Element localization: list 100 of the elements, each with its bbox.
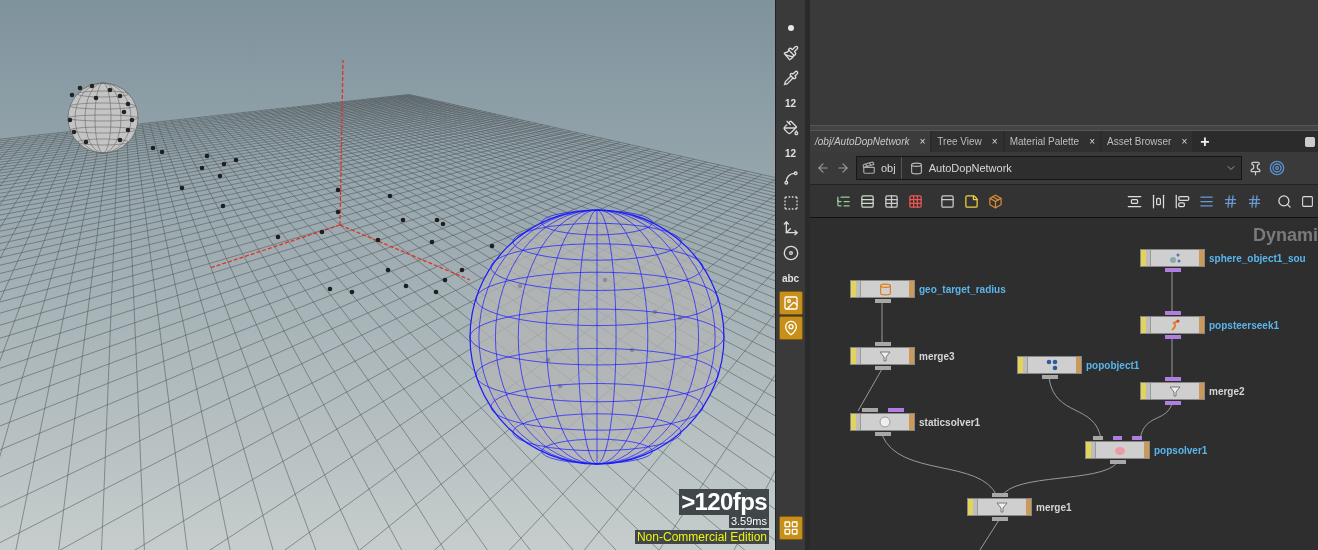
close-tab-button[interactable]: ×: [1181, 134, 1188, 149]
input-connector[interactable]: [1164, 377, 1181, 381]
output-connector[interactable]: [874, 299, 891, 303]
output-connector[interactable]: [1164, 268, 1181, 272]
pin-icon[interactable]: [1248, 160, 1263, 176]
brush-icon: [782, 45, 799, 61]
square-icon[interactable]: [1301, 194, 1314, 208]
lines-icon[interactable]: [1199, 193, 1214, 209]
close-tab-button[interactable]: ×: [991, 134, 998, 149]
viewport[interactable]: >120fps 3.59ms Non-Commercial Edition: [0, 0, 775, 550]
input-connector[interactable]: [1112, 436, 1123, 440]
output-connector[interactable]: [1164, 335, 1181, 339]
rows-icon[interactable]: [860, 193, 875, 209]
forward-icon[interactable]: [836, 161, 850, 175]
back-icon[interactable]: [816, 161, 830, 175]
number-tool[interactable]: 12: [778, 91, 803, 115]
node-box[interactable]: [1140, 249, 1205, 267]
node-box[interactable]: [850, 413, 915, 431]
small-sphere-drawing: [67, 82, 139, 154]
fps-readout: >120fps: [679, 489, 769, 515]
box-icon[interactable]: [988, 193, 1003, 209]
node-label: popsolver1: [1154, 443, 1208, 458]
pane-tab[interactable]: /obj/AutoDopNetwork ×: [810, 131, 931, 152]
path-field[interactable]: obj AutoDopNetwork: [856, 156, 1242, 180]
cylinder-icon: [909, 161, 923, 175]
node-box[interactable]: [1017, 356, 1082, 374]
particles-icon: [1169, 252, 1181, 264]
image-icon: [782, 295, 799, 311]
input-connector[interactable]: [1164, 311, 1181, 315]
panel-icon[interactable]: [940, 193, 955, 209]
move-handle-icon: [782, 220, 799, 236]
output-connector[interactable]: [1164, 401, 1181, 405]
disc-icon: [782, 245, 799, 261]
text-tool[interactable]: abc: [778, 266, 803, 290]
input-connector[interactable]: [1093, 436, 1103, 440]
search-icon[interactable]: [1277, 193, 1292, 209]
edition-notice: Non-Commercial Edition: [634, 530, 769, 544]
network-type-label: Dynami: [1252, 224, 1318, 247]
input-connector[interactable]: [887, 408, 904, 412]
node-box[interactable]: [1085, 441, 1150, 459]
output-connector[interactable]: [991, 517, 1008, 521]
node-label: merge3: [919, 349, 955, 364]
node-label: merge2: [1209, 384, 1245, 399]
map-pin-icon-button[interactable]: [778, 316, 803, 340]
input-connector[interactable]: [861, 408, 878, 412]
node-label: sphere_object1_sou: [1209, 251, 1306, 266]
maximize-icon[interactable]: [1304, 136, 1316, 148]
path-segment[interactable]: obj: [881, 159, 896, 177]
align-icon[interactable]: [1127, 193, 1142, 209]
align-icon[interactable]: [1175, 193, 1190, 209]
funnel-icon: [996, 501, 1008, 513]
node-box[interactable]: [850, 347, 915, 365]
funnel-icon: [1169, 385, 1181, 397]
image-icon-button[interactable]: [778, 291, 803, 315]
number-tool[interactable]: 12: [778, 141, 803, 165]
color-grid-icon[interactable]: [908, 193, 923, 209]
node-label: staticsolver1: [919, 415, 981, 430]
input-connector[interactable]: [1132, 436, 1142, 440]
node-label: geo_target_radius: [919, 282, 1006, 297]
dot-icon: [787, 25, 794, 31]
input-connector[interactable]: [874, 342, 891, 346]
blob-icon: [1114, 444, 1126, 456]
bucket-icon: [782, 120, 799, 136]
path-segment[interactable]: AutoDopNetwork: [928, 159, 1012, 177]
map-pin-icon: [782, 320, 799, 336]
input-connector[interactable]: [991, 493, 1008, 497]
grid-icon: [782, 520, 799, 536]
funnel-icon: [879, 350, 891, 362]
node-label: merge1: [1036, 500, 1072, 515]
frame-time: 3.59ms: [728, 515, 769, 528]
output-connector[interactable]: [1109, 460, 1126, 464]
output-connector[interactable]: [874, 432, 891, 436]
dots-icon: [1046, 359, 1058, 371]
selection-box-icon: [782, 195, 799, 211]
node-box[interactable]: [850, 280, 915, 298]
grid-icon[interactable]: [1247, 193, 1262, 209]
align-icon[interactable]: [1151, 193, 1166, 209]
grid-icon[interactable]: [1223, 193, 1238, 209]
node-label: popsteerseek1: [1209, 318, 1280, 333]
steer-icon: [1169, 319, 1181, 331]
node-box[interactable]: [1140, 316, 1205, 334]
node-label: popobject1: [1086, 358, 1140, 373]
output-connector[interactable]: [1041, 375, 1058, 379]
pane-tab[interactable]: Material Palette ×: [1004, 131, 1100, 152]
target-icon[interactable]: [1269, 160, 1285, 176]
close-tab-button[interactable]: ×: [919, 134, 926, 149]
tree-icon[interactable]: [836, 193, 851, 209]
pane-tab[interactable]: Tree View ×: [932, 131, 1003, 152]
close-tab-button[interactable]: ×: [1089, 134, 1095, 149]
clapperboard-icon: [862, 161, 876, 175]
new-tab-button[interactable]: +: [1194, 131, 1216, 152]
sticky-note-icon[interactable]: [964, 193, 979, 209]
network-canvas[interactable]: Dynami geo_target_radius merge3 staticsolver1 popobject1 sphere_object1_sou popsteerseek1 merge2 popsolver1 merge1: [810, 217, 1318, 550]
node-box[interactable]: [967, 498, 1032, 516]
cylinder-icon: [878, 282, 892, 296]
output-connector[interactable]: [874, 366, 891, 370]
table-icon[interactable]: [884, 193, 899, 209]
pane-tab[interactable]: Asset Browser ×: [1102, 131, 1193, 152]
node-box[interactable]: [1140, 382, 1205, 400]
grid-icon-button[interactable]: [778, 516, 803, 540]
